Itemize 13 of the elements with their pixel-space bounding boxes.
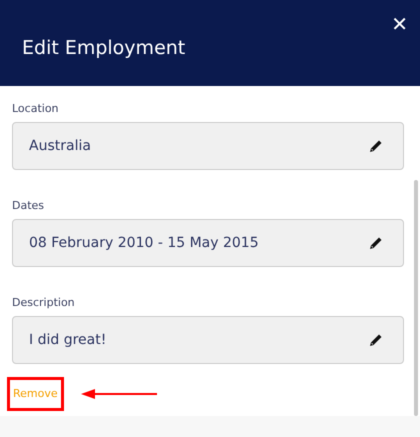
input-field[interactable]: Australia	[12, 122, 404, 170]
close-button[interactable]: ✕	[391, 12, 408, 36]
field-label: Description	[12, 296, 76, 310]
pencil-icon[interactable]	[369, 139, 383, 153]
dialog-title: Edit Employment	[22, 36, 186, 61]
input-field[interactable]: I did great!	[12, 316, 404, 364]
field-label: Dates	[12, 199, 46, 213]
field-label: Location	[12, 102, 60, 116]
input-field[interactable]: 08 February 2010 - 15 May 2015	[12, 219, 404, 267]
pencil-icon[interactable]	[369, 236, 383, 250]
scrollbar[interactable]	[414, 180, 418, 416]
arrow-icon	[80, 388, 157, 400]
pencil-icon[interactable]	[369, 333, 383, 347]
